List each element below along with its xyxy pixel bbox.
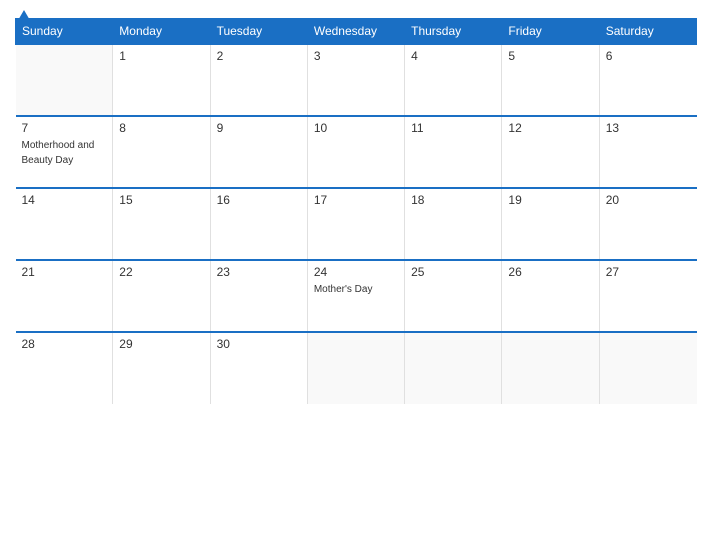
logo-blue-text	[15, 10, 31, 22]
day-number: 11	[411, 121, 495, 135]
day-number: 2	[217, 49, 301, 63]
calendar-cell	[307, 332, 404, 404]
calendar-cell: 26	[502, 260, 599, 332]
day-number: 5	[508, 49, 592, 63]
day-number: 28	[22, 337, 107, 351]
day-number: 30	[217, 337, 301, 351]
calendar-cell: 30	[210, 332, 307, 404]
calendar-cell: 22	[113, 260, 210, 332]
calendar-cell: 6	[599, 44, 696, 116]
day-number: 13	[606, 121, 691, 135]
day-number: 1	[119, 49, 203, 63]
day-number: 14	[22, 193, 107, 207]
day-number: 20	[606, 193, 691, 207]
calendar-cell: 17	[307, 188, 404, 260]
calendar-cell: 12	[502, 116, 599, 188]
calendar-week-row: 21 22 23 24 Mother's Day 25 26 27	[16, 260, 697, 332]
day-number: 18	[411, 193, 495, 207]
calendar-cell: 19	[502, 188, 599, 260]
calendar-cell: 2	[210, 44, 307, 116]
day-number: 7	[22, 121, 107, 135]
calendar-table: SundayMondayTuesdayWednesdayThursdayFrid…	[15, 18, 697, 404]
calendar-cell: 16	[210, 188, 307, 260]
day-number: 8	[119, 121, 203, 135]
calendar-cell: 23	[210, 260, 307, 332]
day-number: 25	[411, 265, 495, 279]
calendar-cell: 8	[113, 116, 210, 188]
weekday-header: Monday	[113, 19, 210, 45]
calendar-cell: 7 Motherhood and Beauty Day	[16, 116, 113, 188]
weekday-header: Sunday	[16, 19, 113, 45]
day-number: 21	[22, 265, 107, 279]
calendar-cell: 10	[307, 116, 404, 188]
day-number: 16	[217, 193, 301, 207]
weekday-header-row: SundayMondayTuesdayWednesdayThursdayFrid…	[16, 19, 697, 45]
day-number: 24	[314, 265, 398, 279]
calendar-cell: 9	[210, 116, 307, 188]
calendar-cell	[405, 332, 502, 404]
calendar-week-row: 123456	[16, 44, 697, 116]
calendar-cell	[16, 44, 113, 116]
calendar-cell: 11	[405, 116, 502, 188]
logo-triangle-icon	[17, 10, 31, 22]
calendar-cell: 27	[599, 260, 696, 332]
weekday-header: Saturday	[599, 19, 696, 45]
calendar-body: 1234567Motherhood and Beauty Day89101112…	[16, 44, 697, 404]
calendar-cell: 28	[16, 332, 113, 404]
day-number: 23	[217, 265, 301, 279]
calendar-cell: 5	[502, 44, 599, 116]
calendar-cell: 25	[405, 260, 502, 332]
day-number: 26	[508, 265, 592, 279]
calendar-cell: 3	[307, 44, 404, 116]
weekday-header: Thursday	[405, 19, 502, 45]
calendar-cell: 13	[599, 116, 696, 188]
calendar-week-row: 28 29 30	[16, 332, 697, 404]
day-number: 3	[314, 49, 398, 63]
day-number: 15	[119, 193, 203, 207]
calendar-cell: 18	[405, 188, 502, 260]
day-number: 4	[411, 49, 495, 63]
calendar-cell: 20	[599, 188, 696, 260]
calendar-cell	[502, 332, 599, 404]
calendar-cell: 24 Mother's Day	[307, 260, 404, 332]
day-number: 17	[314, 193, 398, 207]
calendar-cell: 14	[16, 188, 113, 260]
calendar-week-row: 14 15 16 17 18 19 20	[16, 188, 697, 260]
day-number: 29	[119, 337, 203, 351]
weekday-header: Tuesday	[210, 19, 307, 45]
day-number: 22	[119, 265, 203, 279]
calendar-container: SundayMondayTuesdayWednesdayThursdayFrid…	[0, 0, 712, 550]
day-number: 19	[508, 193, 592, 207]
calendar-cell: 4	[405, 44, 502, 116]
weekday-header: Wednesday	[307, 19, 404, 45]
weekday-header: Friday	[502, 19, 599, 45]
day-number: 12	[508, 121, 592, 135]
calendar-cell: 29	[113, 332, 210, 404]
calendar-cell: 1	[113, 44, 210, 116]
calendar-week-row: 7 Motherhood and Beauty Day 89 10 11 12 13	[16, 116, 697, 188]
calendar-cell: 15	[113, 188, 210, 260]
day-number: 10	[314, 121, 398, 135]
day-number: 27	[606, 265, 691, 279]
event-label: Mother's Day	[314, 284, 373, 295]
day-number: 6	[606, 49, 691, 63]
calendar-cell	[599, 332, 696, 404]
calendar-header-row: SundayMondayTuesdayWednesdayThursdayFrid…	[16, 19, 697, 45]
logo	[15, 10, 31, 22]
event-label: Motherhood and Beauty Day	[22, 140, 95, 166]
calendar-cell: 21	[16, 260, 113, 332]
day-number: 9	[217, 121, 301, 135]
